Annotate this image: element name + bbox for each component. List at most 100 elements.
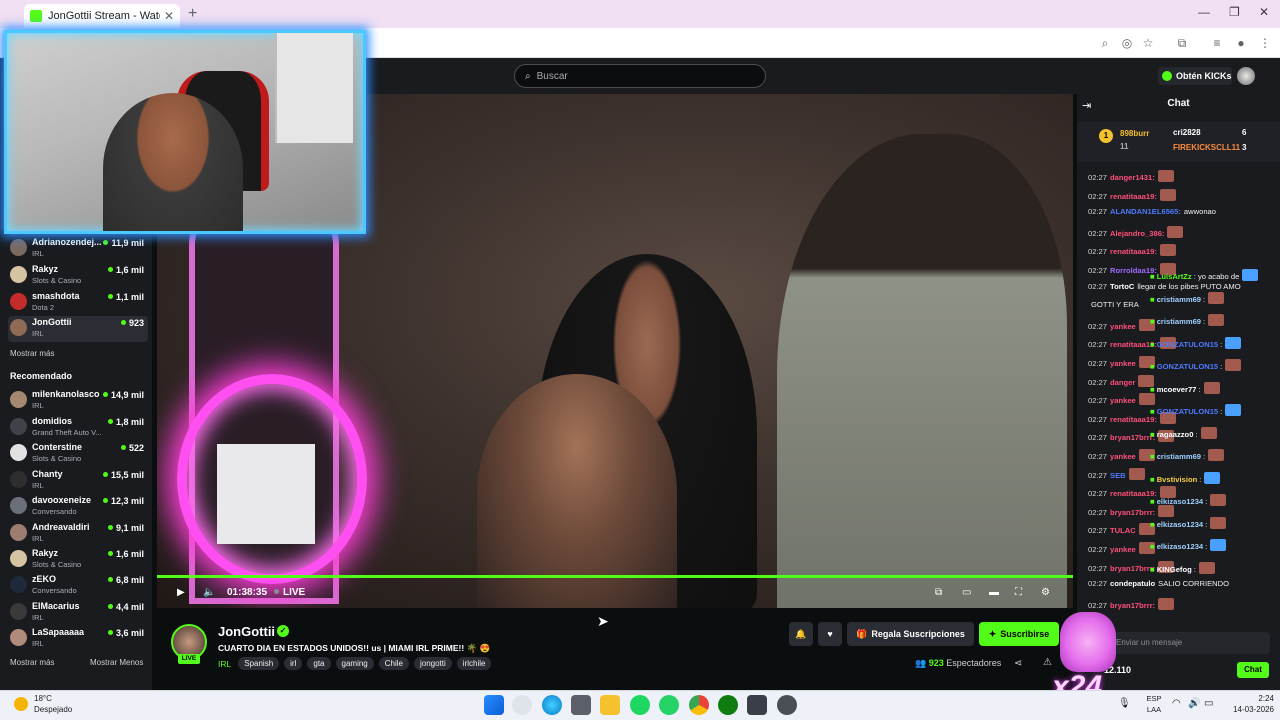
sidebar-channel-chanty[interactable]: Chanty IRL 15,5 mil [8, 468, 148, 494]
playback-progress-bar[interactable] [157, 575, 1073, 578]
sidebar-channel-domidios[interactable]: domidios Grand Theft Auto V... 1,8 mil [8, 415, 148, 441]
close-window-button[interactable]: ✕ [1259, 5, 1269, 19]
sidebar-channel-zeko[interactable]: zEKO Conversando 6,8 mil [8, 573, 148, 599]
spotify-icon[interactable] [630, 695, 650, 715]
profile-icon[interactable]: ● [1232, 34, 1250, 52]
message-username[interactable]: TortoC [1110, 282, 1134, 291]
message-username[interactable]: cristiamm69 [1157, 317, 1201, 326]
message-username[interactable]: elkizaso1234 [1157, 497, 1203, 506]
sidebar-channel-adrianozendej[interactable]: Adrianozendej... IRL 11,9 mil [8, 236, 148, 262]
show-less-link[interactable]: Mostrar Menos [90, 658, 143, 667]
settings-gear-icon[interactable]: ⚙ [1041, 587, 1050, 598]
weather-temperature[interactable]: 18°C [34, 694, 52, 703]
message-username[interactable]: yankee [1110, 545, 1136, 554]
message-username[interactable]: KINGefog [1157, 565, 1192, 574]
live-indicator[interactable]: LIVE [274, 587, 305, 598]
message-username[interactable]: bryan17brrr: [1110, 433, 1155, 442]
weather-description[interactable]: Despejado [34, 705, 72, 714]
chat-send-button[interactable]: Chat [1237, 662, 1269, 678]
bookmark-star-icon[interactable]: ☆ [1139, 34, 1157, 52]
search-taskbar-icon[interactable] [512, 695, 532, 715]
message-username[interactable]: GONZATULON15 [1157, 407, 1218, 416]
battery-icon[interactable]: ▭ [1204, 698, 1213, 709]
tag[interactable]: gaming [335, 657, 374, 670]
message-username[interactable]: elkizaso1234 [1157, 520, 1203, 529]
message-username[interactable]: yankee [1110, 322, 1136, 331]
message-username[interactable]: bryan17brrr: [1110, 601, 1155, 610]
sidebar-channel-milenkanolasco[interactable]: milenkanolasco IRL 14,9 mil [8, 388, 148, 414]
language-indicator[interactable]: ESP LAA [1142, 693, 1166, 715]
message-username[interactable]: danger1431: [1110, 173, 1155, 182]
tag[interactable]: irl [284, 657, 303, 670]
gifter-name[interactable]: cri2828 [1173, 128, 1201, 137]
get-kicks-button[interactable]: Obtén KICKs [1158, 67, 1232, 85]
message-username[interactable]: TULAC [1110, 526, 1136, 535]
message-username[interactable]: mcoever77 [1157, 385, 1197, 394]
obs-icon[interactable] [777, 695, 797, 715]
media-controls-icon[interactable]: ≡ [1208, 34, 1226, 52]
message-username[interactable]: Bvstivision [1157, 475, 1198, 484]
top-gifter-name[interactable]: 898burr [1120, 129, 1149, 138]
tag[interactable]: Chile [378, 657, 409, 670]
wifi-icon[interactable]: ◠ [1172, 698, 1181, 709]
follow-heart-button[interactable]: ♥ [818, 622, 842, 646]
share-icon[interactable]: ⋖ [1014, 658, 1022, 669]
category-link[interactable]: IRL [218, 659, 231, 669]
snipping-tool-icon[interactable] [747, 695, 767, 715]
message-username[interactable]: Alejandro_386: [1110, 229, 1164, 238]
eye-off-icon[interactable]: ◎ [1118, 34, 1136, 52]
start-windows-icon[interactable] [484, 695, 504, 715]
message-username[interactable]: SEB [1110, 471, 1126, 480]
volume-icon[interactable]: 🔈 [203, 587, 215, 598]
chat-input[interactable]: Enviar un mensaje [1110, 632, 1270, 654]
show-more-recommended-link[interactable]: Mostrar más [10, 658, 54, 667]
message-username[interactable]: danger [1110, 378, 1135, 387]
message-username[interactable]: ALANDAN1EL6565: [1110, 207, 1181, 216]
notifications-bell-button[interactable]: 🔔 [789, 622, 813, 646]
report-flag-icon[interactable]: ⚠ [1043, 657, 1052, 668]
message-username[interactable]: GONZATULON15 [1157, 362, 1218, 371]
search-input[interactable]: ⌕ Buscar [514, 64, 766, 88]
zoom-icon[interactable]: ⌕ [1096, 34, 1114, 52]
message-username[interactable]: yankee [1110, 452, 1136, 461]
subscribe-button[interactable]: ✦ Suscribirse [979, 622, 1059, 646]
system-clock[interactable]: 2:24 14-03-2026 [1218, 693, 1274, 715]
streamer-name[interactable]: JonGottii [218, 624, 275, 639]
clip-icon[interactable]: ▭ [962, 587, 971, 598]
tag[interactable]: irlchile [456, 657, 492, 670]
tab-close-icon[interactable]: ✕ [164, 9, 174, 23]
message-username[interactable]: yankee [1110, 396, 1136, 405]
message-username[interactable]: bryan17brrr: [1110, 564, 1155, 573]
sidebar-channel-davooxeneize[interactable]: davooxeneize Conversando 12,3 mil [8, 494, 148, 520]
message-username[interactable]: elkizaso1234 [1157, 542, 1203, 551]
sidebar-channel-jongottii[interactable]: JonGottii IRL 923 [8, 316, 148, 342]
chrome-icon[interactable] [689, 695, 709, 715]
sidebar-channel-elmacarius[interactable]: ElMacarius IRL 4,4 mil [8, 600, 148, 626]
weather-moon-icon[interactable] [14, 697, 28, 711]
gift-subs-button[interactable]: 🎁 Regala Suscripciones [847, 622, 974, 646]
theater-mode-icon[interactable]: ▬ [989, 587, 999, 598]
sidebar-channel-conterstine[interactable]: Conterstine Slots & Casino 522 [8, 441, 148, 467]
message-username[interactable]: renatitaaa19: [1110, 192, 1157, 201]
message-username[interactable]: cristiamm69 [1157, 295, 1201, 304]
message-username[interactable]: cristiamm69 [1157, 452, 1201, 461]
message-username[interactable]: condepatulo [1110, 579, 1155, 588]
sidebar-channel-lasapaaaaa[interactable]: LaSapaaaaa IRL 3,6 mil [8, 626, 148, 652]
play-icon[interactable]: ▶ [177, 587, 185, 598]
user-avatar[interactable] [1237, 67, 1255, 85]
menu-kebab-icon[interactable]: ⋮ [1256, 34, 1274, 52]
xbox-icon[interactable] [718, 695, 738, 715]
tag[interactable]: Spanish [238, 657, 280, 670]
message-username[interactable]: ragaazzo0 [1157, 430, 1194, 439]
mic-icon[interactable]: 🎙 [1118, 698, 1131, 709]
volume-tray-icon[interactable]: 🔊 [1188, 698, 1200, 709]
sidebar-channel-rakyz[interactable]: Rakyz Slots & Casino 1,6 mil [8, 263, 148, 289]
sidebar-channel-smashdota[interactable]: smashdota Dota 2 1,1 mil [8, 290, 148, 316]
minimize-button[interactable]: — [1198, 5, 1210, 19]
extensions-icon[interactable]: ⧉ [1173, 34, 1191, 52]
store-icon[interactable] [571, 695, 591, 715]
sidebar-channel-rakyz-rec[interactable]: Rakyz Slots & Casino 1,6 mil [8, 547, 148, 573]
message-username[interactable]: renatitaaa19: [1110, 247, 1157, 256]
file-explorer-icon[interactable] [600, 695, 620, 715]
message-username[interactable]: GONZATULON15 [1157, 340, 1218, 349]
